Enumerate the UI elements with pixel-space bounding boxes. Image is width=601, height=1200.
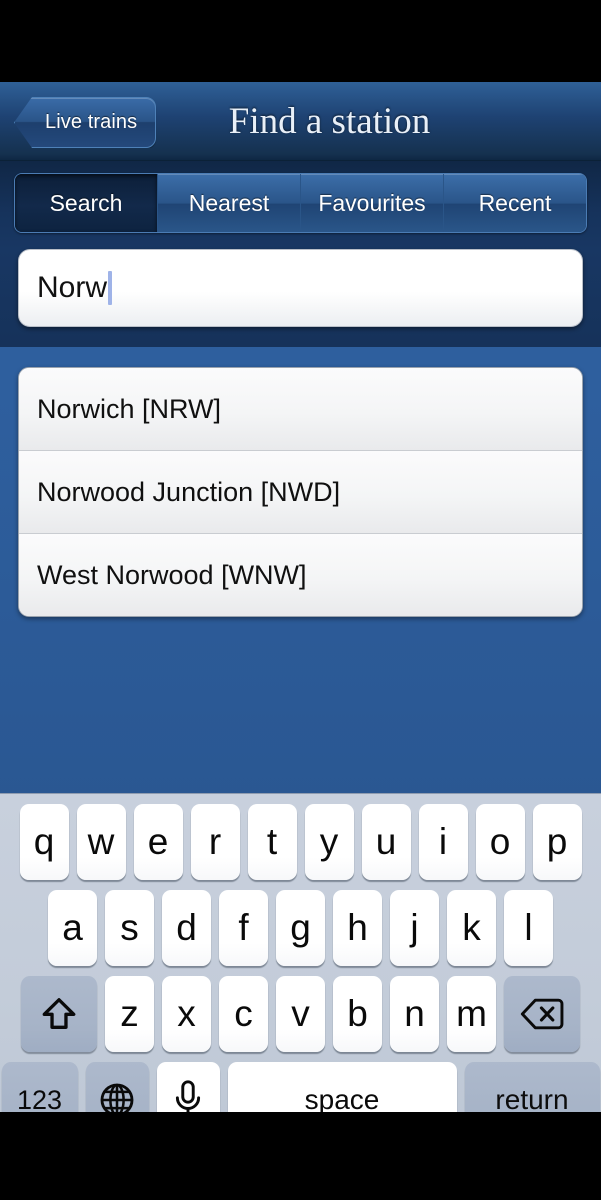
tab-favourites[interactable]: Favourites: [301, 174, 444, 232]
tabbar-container: Search Nearest Favourites Recent: [0, 161, 601, 249]
key-d[interactable]: d: [162, 890, 211, 966]
tab-recent[interactable]: Recent: [444, 174, 586, 232]
app-screen: Live trains Find a station Search Neares…: [0, 82, 601, 1112]
backspace-icon: [520, 998, 564, 1030]
onscreen-keyboard: q w e r t y u i o p a s d f g h j k l z …: [0, 793, 601, 1112]
key-e[interactable]: e: [133, 804, 183, 880]
keyboard-row-2: a s d f g h j k l: [0, 890, 601, 966]
search-input[interactable]: Norw: [18, 249, 583, 327]
key-q[interactable]: q: [19, 804, 69, 880]
text-caret: [108, 271, 113, 305]
key-b[interactable]: b: [333, 976, 382, 1052]
numbers-key[interactable]: 123: [1, 1062, 78, 1112]
key-k[interactable]: k: [447, 890, 496, 966]
key-t[interactable]: t: [247, 804, 297, 880]
key-x[interactable]: x: [162, 976, 211, 1052]
microphone-key[interactable]: [156, 1062, 220, 1112]
microphone-icon: [175, 1080, 201, 1112]
segmented-tab-bar: Search Nearest Favourites Recent: [14, 173, 587, 233]
key-h[interactable]: h: [333, 890, 382, 966]
key-p[interactable]: p: [532, 804, 582, 880]
key-c[interactable]: c: [219, 976, 268, 1052]
key-i[interactable]: i: [418, 804, 468, 880]
key-f[interactable]: f: [219, 890, 268, 966]
keyboard-row-3: z x c v b n m: [0, 976, 601, 1052]
list-item[interactable]: Norwich [NRW]: [19, 368, 582, 451]
result-label: Norwich [NRW]: [37, 393, 222, 424]
tab-nearest-label: Nearest: [188, 189, 270, 216]
key-z[interactable]: z: [105, 976, 154, 1052]
search-field-container: Norw: [0, 249, 601, 347]
globe-key[interactable]: [85, 1062, 149, 1112]
key-y[interactable]: y: [304, 804, 354, 880]
key-w[interactable]: w: [76, 804, 126, 880]
letterbox-bottom: [0, 1112, 601, 1200]
key-u[interactable]: u: [361, 804, 411, 880]
backspace-key[interactable]: [504, 976, 580, 1052]
space-key[interactable]: space: [227, 1062, 457, 1112]
key-l[interactable]: l: [504, 890, 553, 966]
tab-favourites-label: Favourites: [318, 189, 426, 216]
key-m[interactable]: m: [447, 976, 496, 1052]
globe-icon: [100, 1083, 134, 1112]
key-g[interactable]: g: [276, 890, 325, 966]
key-r[interactable]: r: [190, 804, 240, 880]
keyboard-row-4: 123 space return: [0, 1062, 601, 1112]
search-results-area: Norwich [NRW] Norwood Junction [NWD] Wes…: [0, 347, 601, 617]
key-s[interactable]: s: [105, 890, 154, 966]
result-label: Norwood Junction [NWD]: [37, 476, 341, 507]
tab-nearest[interactable]: Nearest: [158, 174, 301, 232]
key-a[interactable]: a: [48, 890, 97, 966]
shift-arrow-icon: [42, 998, 76, 1029]
search-results-list: Norwich [NRW] Norwood Junction [NWD] Wes…: [18, 367, 583, 617]
key-o[interactable]: o: [475, 804, 525, 880]
list-item[interactable]: Norwood Junction [NWD]: [19, 451, 582, 534]
return-key[interactable]: return: [464, 1062, 600, 1112]
back-button-live-trains[interactable]: Live trains: [14, 97, 157, 148]
keyboard-row-1: q w e r t y u i o p: [0, 804, 601, 880]
letterbox-top: [0, 0, 601, 82]
back-button-label: Live trains: [45, 111, 138, 133]
shift-key[interactable]: [21, 976, 97, 1052]
search-input-value: Norw: [37, 271, 108, 304]
tab-recent-label: Recent: [478, 189, 552, 216]
result-label: West Norwood [WNW]: [37, 559, 307, 590]
tab-search-label: Search: [49, 189, 123, 216]
tab-search[interactable]: Search: [15, 174, 158, 232]
navigation-bar: Live trains Find a station: [0, 82, 601, 161]
key-j[interactable]: j: [390, 890, 439, 966]
key-n[interactable]: n: [390, 976, 439, 1052]
key-v[interactable]: v: [276, 976, 325, 1052]
list-item[interactable]: West Norwood [WNW]: [19, 534, 582, 616]
